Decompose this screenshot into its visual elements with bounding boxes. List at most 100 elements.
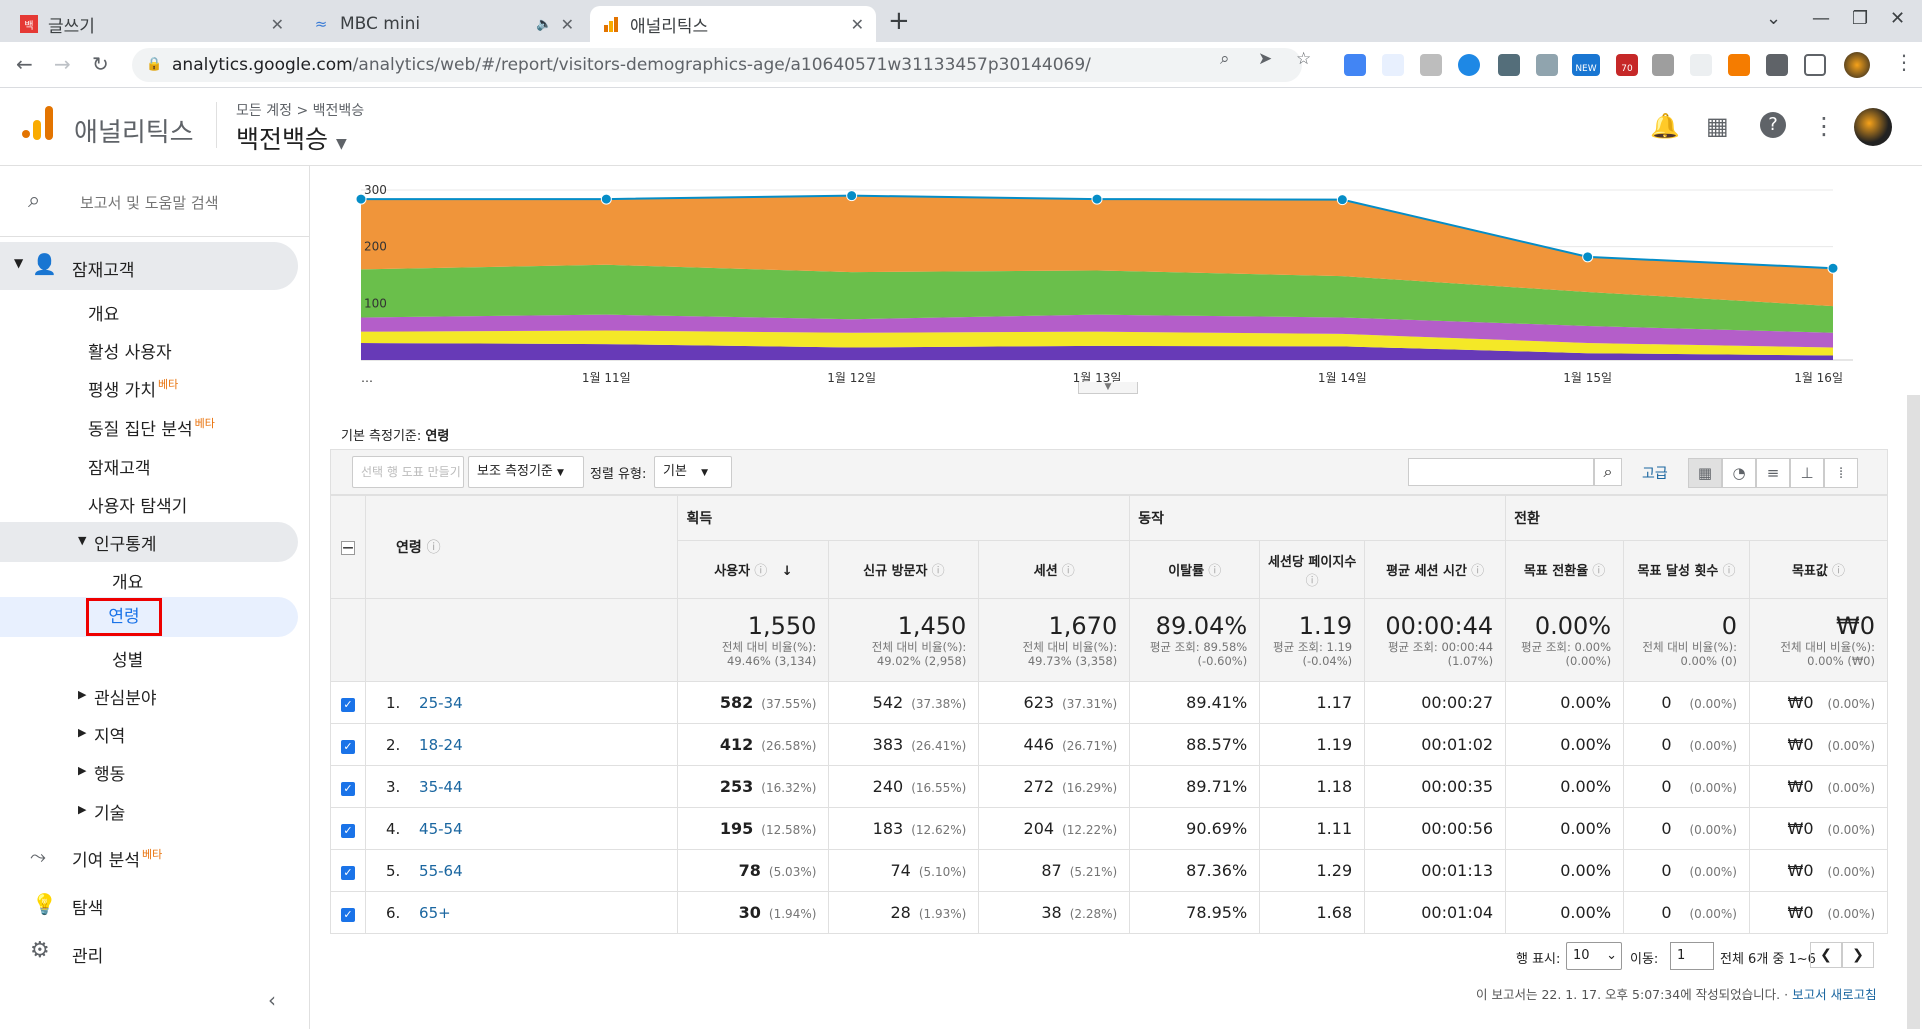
table-row[interactable]: ✓ 6. 65+ 30 (1.94%) 28 (1.93%) 38 (2.28%) 78.95%… bbox=[330, 891, 1889, 934]
col-header-6[interactable]: 목표 전환율 ⓘ bbox=[1505, 540, 1625, 599]
help-icon[interactable]: ⓘ bbox=[1467, 564, 1484, 579]
help-icon[interactable]: ⓘ bbox=[750, 564, 767, 579]
close-icon[interactable]: ✕ bbox=[271, 15, 284, 34]
help-icon[interactable]: ⓘ bbox=[1306, 574, 1319, 589]
help-icon[interactable]: ? bbox=[1760, 112, 1786, 138]
pivot-view-icon[interactable]: ⦙ bbox=[1824, 458, 1858, 488]
tab-analytics[interactable]: 애널리틱스 ✕ bbox=[590, 6, 876, 42]
refresh-report-link[interactable]: 보고서 새로고침 bbox=[1792, 987, 1876, 1002]
secondary-dimension-button[interactable]: 보조 측정기준 ▼ bbox=[468, 456, 584, 488]
table-row[interactable]: ✓ 4. 45-54 195 (12.58%) 183 (12.62%) 204 (12.22… bbox=[330, 807, 1889, 850]
search-icon[interactable]: ⌕ bbox=[1594, 458, 1622, 486]
row-checkbox[interactable]: ✓ bbox=[330, 765, 366, 808]
sidebar-item-overview[interactable]: 개요 bbox=[88, 300, 119, 325]
age-link[interactable]: 45-54 bbox=[419, 820, 463, 838]
forward-icon[interactable]: → bbox=[54, 52, 71, 76]
row-checkbox[interactable]: ✓ bbox=[330, 681, 366, 724]
puzzle-icon[interactable] bbox=[1766, 54, 1788, 76]
sidebar-item-admin[interactable]: 관리 bbox=[72, 942, 103, 967]
col-header-5[interactable]: 평균 세션 시간 ⓘ bbox=[1364, 540, 1507, 599]
table-row[interactable]: ✓ 5. 55-64 78 (5.03%) 74 (5.10%) 87 (5.21%) 87.3… bbox=[330, 849, 1889, 892]
close-icon[interactable]: ✕ bbox=[851, 15, 864, 34]
col-header-1[interactable]: 신규 방문자 ⓘ bbox=[828, 540, 980, 599]
data-point[interactable] bbox=[1827, 262, 1839, 274]
col-header-0[interactable]: 사용자 ⓘ ↓ bbox=[677, 540, 830, 599]
back-icon[interactable]: ← bbox=[16, 52, 33, 76]
avatar[interactable] bbox=[1854, 108, 1892, 146]
count-extension-icon[interactable]: 70 bbox=[1616, 54, 1638, 76]
row-checkbox[interactable]: ✓ bbox=[330, 723, 366, 766]
advanced-link[interactable]: 고급 bbox=[1642, 463, 1668, 483]
new-extension-icon[interactable]: NEW bbox=[1572, 54, 1600, 76]
sidebar-item-interests[interactable]: 관심분야 bbox=[94, 684, 157, 709]
caret-right-icon[interactable]: ▶ bbox=[78, 726, 86, 739]
help-icon[interactable]: ⓘ bbox=[927, 564, 945, 579]
data-point[interactable] bbox=[1091, 193, 1103, 205]
sidebar-item-lifetime-value[interactable]: 평생 가치 베타 bbox=[88, 376, 178, 401]
table-search-input[interactable] bbox=[1408, 458, 1594, 486]
pen-extension-icon[interactable] bbox=[1382, 54, 1404, 76]
chevron-down-icon[interactable]: ⌄ bbox=[1766, 8, 1781, 29]
sidebar-item-attribution[interactable]: 기여 분석 베타 bbox=[72, 846, 162, 871]
star-icon[interactable]: ☆ bbox=[1296, 49, 1311, 69]
help-icon[interactable]: ⓘ bbox=[1828, 564, 1845, 579]
apps-grid-icon[interactable]: ▦ bbox=[1706, 112, 1729, 140]
row-checkbox[interactable]: ✓ bbox=[330, 849, 366, 892]
contact-extension-icon[interactable] bbox=[1498, 54, 1520, 76]
sidebar-item-cohort[interactable]: 동질 집단 분석 베타 bbox=[88, 415, 215, 440]
bar-view-icon[interactable]: ≡ bbox=[1756, 458, 1790, 488]
sidebar-item-age[interactable]: 연령 bbox=[86, 598, 162, 636]
rows-per-page-select[interactable]: 10 ⌄ bbox=[1566, 942, 1622, 970]
row-checkbox[interactable]: ✓ bbox=[330, 891, 366, 934]
age-link[interactable]: 65+ bbox=[419, 904, 451, 922]
media-icon[interactable] bbox=[1804, 54, 1826, 76]
megaphone-extension-icon[interactable] bbox=[1728, 54, 1750, 76]
person-extension-icon[interactable] bbox=[1652, 54, 1674, 76]
table-row[interactable]: ✓ 1. 25-34 582 (37.55%) 542 (37.38%) 623 (37.31… bbox=[330, 681, 1889, 724]
caret-down-icon[interactable]: ▼ bbox=[14, 256, 23, 270]
help-icon[interactable]: ⓘ bbox=[1588, 564, 1605, 579]
reload-icon[interactable]: ↻ bbox=[92, 52, 109, 76]
globe-extension-icon[interactable] bbox=[1458, 54, 1480, 76]
caret-right-icon[interactable]: ▶ bbox=[78, 688, 86, 701]
restore-icon[interactable]: ❐ bbox=[1852, 8, 1868, 29]
col-header-2[interactable]: 세션 ⓘ bbox=[978, 540, 1131, 599]
next-page-icon[interactable]: ❯ bbox=[1842, 942, 1874, 968]
profile-icon[interactable] bbox=[1844, 52, 1870, 78]
col-header-8[interactable]: 목표값 ⓘ bbox=[1748, 540, 1889, 599]
col-age-header[interactable]: 연령 ⓘ bbox=[364, 495, 679, 599]
sidebar-item-active-users[interactable]: 활성 사용자 bbox=[88, 338, 172, 363]
property-selector[interactable]: 백전백승 ▼ bbox=[236, 120, 347, 156]
new-tab-icon[interactable]: + bbox=[888, 6, 910, 36]
help-icon[interactable]: ⓘ bbox=[1204, 564, 1221, 579]
row-checkbox[interactable]: ✓ bbox=[330, 807, 366, 850]
col-header-7[interactable]: 목표 달성 횟수 ⓘ bbox=[1623, 540, 1750, 599]
scrollbar[interactable] bbox=[1907, 395, 1920, 1029]
data-point[interactable] bbox=[600, 193, 612, 205]
prev-page-icon[interactable]: ❮ bbox=[1810, 942, 1842, 968]
tab-write[interactable]: 백 글쓰기 ✕ bbox=[8, 6, 296, 42]
col-header-4[interactable]: 세션당 페이지수 ⓘ bbox=[1259, 540, 1366, 599]
sidebar-item-geo[interactable]: 지역 bbox=[94, 722, 125, 747]
help-icon[interactable]: ⓘ bbox=[1718, 564, 1735, 579]
table-view-icon[interactable]: ▦ bbox=[1688, 458, 1722, 488]
pie-view-icon[interactable]: ◔ bbox=[1722, 458, 1756, 488]
plot-rows-button[interactable]: 선택 행 도표 만들기 bbox=[352, 456, 464, 488]
menu-dots-icon[interactable]: ⋮ bbox=[1894, 50, 1914, 74]
close-window-icon[interactable]: ✕ bbox=[1890, 8, 1905, 29]
shield-extension-icon[interactable] bbox=[1536, 54, 1558, 76]
help-icon[interactable]: ⓘ bbox=[427, 540, 441, 556]
data-point[interactable] bbox=[1582, 251, 1594, 263]
tag-extension-icon[interactable] bbox=[1690, 54, 1712, 76]
age-link[interactable]: 35-44 bbox=[419, 778, 463, 796]
help-icon[interactable]: ⓘ bbox=[1058, 564, 1075, 579]
tab-mbc-mini[interactable]: ≈ MBC mini 🔈 ✕ bbox=[300, 6, 586, 42]
caret-down-icon[interactable]: ▼ bbox=[78, 534, 86, 547]
bell-icon[interactable]: 🔔 bbox=[1650, 112, 1680, 140]
sidebar-item-technology[interactable]: 기술 bbox=[94, 799, 125, 824]
primary-dim-value[interactable]: 연령 bbox=[425, 429, 449, 444]
crumb-account[interactable]: 백전백승 bbox=[313, 103, 365, 119]
sidebar-item-demographics[interactable]: 인구통계 bbox=[94, 530, 157, 555]
breadcrumb[interactable]: 모든 계정 > 백전백승 bbox=[236, 100, 364, 120]
table-row[interactable]: ✓ 3. 35-44 253 (16.32%) 240 (16.55%) 272 (16.29… bbox=[330, 765, 1889, 808]
